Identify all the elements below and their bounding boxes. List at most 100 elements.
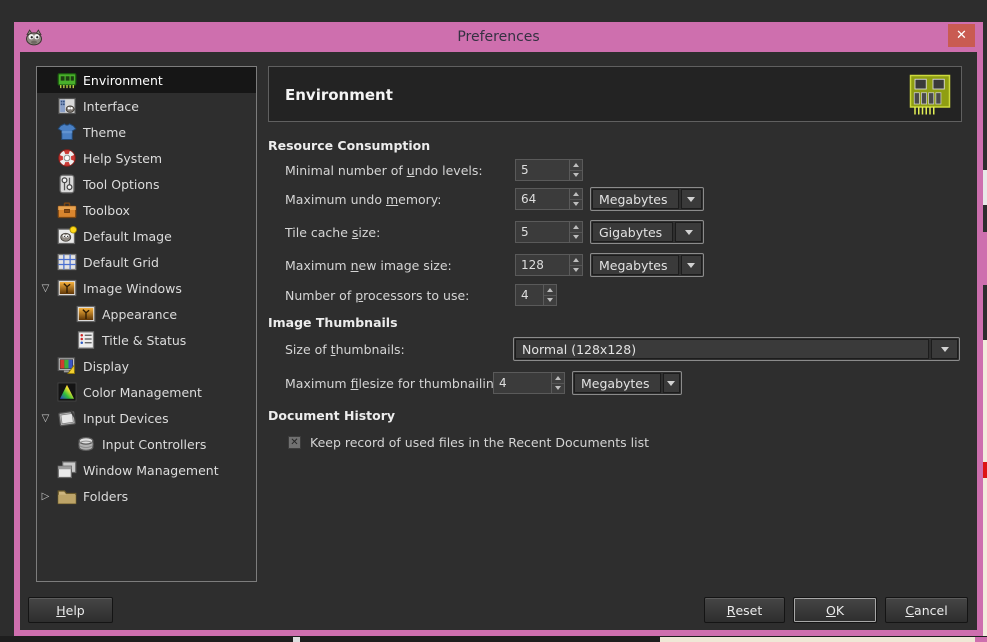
spin-up-icon[interactable] bbox=[570, 160, 582, 170]
sidebar-item-label: Window Management bbox=[83, 463, 219, 478]
new-image-size-spinner[interactable]: 128 bbox=[515, 254, 583, 276]
spin-up-icon[interactable] bbox=[570, 255, 582, 265]
sidebar-item-folders[interactable]: ▷ Folders bbox=[37, 483, 256, 509]
spin-up-icon[interactable] bbox=[570, 222, 582, 232]
row-undo-levels: Minimal number of undo levels: 5 bbox=[285, 158, 583, 182]
sidebar-item-label: Toolbox bbox=[83, 203, 130, 218]
expander-icon[interactable]: ▽ bbox=[38, 413, 53, 424]
undo-memory-unit-combo[interactable]: Megabytes bbox=[590, 187, 704, 211]
sidebar-item-label: Theme bbox=[83, 125, 126, 140]
sidebar-item-tool-options[interactable]: Tool Options bbox=[37, 171, 256, 197]
spin-down-icon[interactable] bbox=[570, 265, 582, 276]
sidebar-item-help-system[interactable]: Help System bbox=[37, 145, 256, 171]
undo-memory-label: Maximum undo memory: bbox=[285, 192, 515, 207]
ok-button[interactable]: OK bbox=[793, 597, 877, 623]
sidebar-item-label: Image Windows bbox=[83, 281, 182, 296]
chevron-down-icon[interactable] bbox=[681, 189, 702, 209]
window-title: Preferences bbox=[14, 29, 983, 45]
new-image-size-unit-combo[interactable]: Megabytes bbox=[590, 253, 704, 277]
color-management-icon bbox=[57, 382, 77, 402]
thumbnail-filesize-spinner[interactable]: 4 bbox=[493, 372, 565, 394]
spin-up-icon[interactable] bbox=[552, 373, 564, 383]
spin-up-icon[interactable] bbox=[544, 285, 556, 295]
spin-down-icon[interactable] bbox=[570, 232, 582, 243]
sidebar-item-toolbox[interactable]: Toolbox bbox=[37, 197, 256, 223]
sidebar-item-label: Display bbox=[83, 359, 129, 374]
sidebar-item-image-windows[interactable]: ▽ Image Windows bbox=[37, 275, 256, 301]
expander-icon[interactable]: ▽ bbox=[38, 283, 53, 294]
close-button[interactable]: ✕ bbox=[948, 24, 975, 47]
help-button[interactable]: Help bbox=[28, 597, 113, 623]
sidebar-item-label: Appearance bbox=[102, 307, 177, 322]
keep-record-label: Keep record of used files in the Recent … bbox=[310, 435, 649, 450]
tile-cache-spinner[interactable]: 5 bbox=[515, 221, 583, 243]
sidebar-item-label: Input Controllers bbox=[102, 437, 206, 452]
row-undo-memory: Maximum undo memory: 64 Megabytes bbox=[285, 187, 704, 211]
thumbnail-size-label: Size of thumbnails: bbox=[285, 342, 513, 357]
sidebar-item-label: Color Management bbox=[83, 385, 202, 400]
preferences-dialog: Preferences ✕ Environment bbox=[14, 22, 983, 636]
cancel-button[interactable]: Cancel bbox=[885, 597, 968, 623]
row-tile-cache: Tile cache size: 5 Gigabytes bbox=[285, 220, 704, 244]
spin-down-icon[interactable] bbox=[570, 170, 582, 181]
row-thumbnail-filesize: Maximum filesize for thumbnailing: 4 Meg… bbox=[285, 371, 682, 395]
sidebar-item-title-status[interactable]: Title & Status bbox=[37, 327, 256, 353]
folders-icon bbox=[57, 486, 77, 506]
sidebar-item-interface[interactable]: Interface bbox=[37, 93, 256, 119]
chevron-down-icon[interactable] bbox=[675, 222, 702, 242]
sidebar-item-environment[interactable]: Environment bbox=[37, 67, 256, 93]
titlebar[interactable]: Preferences ✕ bbox=[14, 22, 983, 52]
keep-record-checkbox[interactable]: ✕ bbox=[288, 436, 301, 449]
row-new-image-size: Maximum new image size: 128 Megabytes bbox=[285, 253, 704, 277]
theme-icon bbox=[57, 122, 77, 142]
sidebar-item-label: Environment bbox=[83, 73, 163, 88]
sidebar-item-appearance[interactable]: Appearance bbox=[37, 301, 256, 327]
spin-down-icon[interactable] bbox=[544, 295, 556, 306]
sidebar-item-display[interactable]: Display bbox=[37, 353, 256, 379]
processors-label: Number of processors to use: bbox=[285, 288, 515, 303]
tool-options-icon bbox=[57, 174, 77, 194]
thumbnail-filesize-unit-combo[interactable]: Megabytes bbox=[572, 371, 682, 395]
sidebar-item-input-devices[interactable]: ▽ Input Devices bbox=[37, 405, 256, 431]
section-image-thumbnails: Image Thumbnails bbox=[268, 315, 398, 330]
sidebar-item-color-management[interactable]: Color Management bbox=[37, 379, 256, 405]
spin-up-icon[interactable] bbox=[570, 189, 582, 199]
appearance-icon bbox=[76, 304, 96, 324]
toolbox-icon bbox=[57, 200, 77, 220]
panel-header: Environment bbox=[268, 66, 962, 122]
undo-memory-spinner[interactable]: 64 bbox=[515, 188, 583, 210]
dialog-content: Environment Interface Theme bbox=[20, 52, 977, 630]
expander-icon[interactable]: ▷ bbox=[38, 491, 53, 502]
row-keep-record: ✕ Keep record of used files in the Recen… bbox=[288, 430, 649, 454]
preferences-tree: Environment Interface Theme bbox=[36, 66, 257, 582]
background-window-sliver bbox=[983, 0, 987, 642]
default-image-icon bbox=[57, 226, 77, 246]
display-icon bbox=[57, 356, 77, 376]
tile-cache-unit-combo[interactable]: Gigabytes bbox=[590, 220, 704, 244]
undo-levels-label: Minimal number of undo levels: bbox=[285, 163, 515, 178]
processors-spinner[interactable]: 4 bbox=[515, 284, 557, 306]
chevron-down-icon[interactable] bbox=[681, 255, 702, 275]
sidebar-item-input-controllers[interactable]: Input Controllers bbox=[37, 431, 256, 457]
chevron-down-icon[interactable] bbox=[663, 373, 680, 393]
input-controllers-icon bbox=[76, 434, 96, 454]
tile-cache-label: Tile cache size: bbox=[285, 225, 515, 240]
sidebar-item-label: Help System bbox=[83, 151, 162, 166]
sidebar-item-label: Default Image bbox=[83, 229, 172, 244]
chevron-down-icon[interactable] bbox=[931, 339, 958, 359]
undo-levels-spinner[interactable]: 5 bbox=[515, 159, 583, 181]
memory-icon bbox=[57, 70, 77, 90]
spin-down-icon[interactable] bbox=[570, 199, 582, 210]
sidebar-item-default-grid[interactable]: Default Grid bbox=[37, 249, 256, 275]
reset-button[interactable]: Reset bbox=[704, 597, 785, 623]
spin-down-icon[interactable] bbox=[552, 383, 564, 394]
thumbnail-size-combo[interactable]: Normal (128x128) bbox=[513, 337, 960, 361]
input-devices-icon bbox=[57, 408, 77, 428]
thumbnail-filesize-label: Maximum filesize for thumbnailing: bbox=[285, 376, 493, 391]
sidebar-item-theme[interactable]: Theme bbox=[37, 119, 256, 145]
sidebar-item-label: Title & Status bbox=[102, 333, 186, 348]
sidebar-item-default-image[interactable]: Default Image bbox=[37, 223, 256, 249]
sidebar-item-window-management[interactable]: Window Management bbox=[37, 457, 256, 483]
interface-icon bbox=[57, 96, 77, 116]
new-image-size-label: Maximum new image size: bbox=[285, 258, 515, 273]
